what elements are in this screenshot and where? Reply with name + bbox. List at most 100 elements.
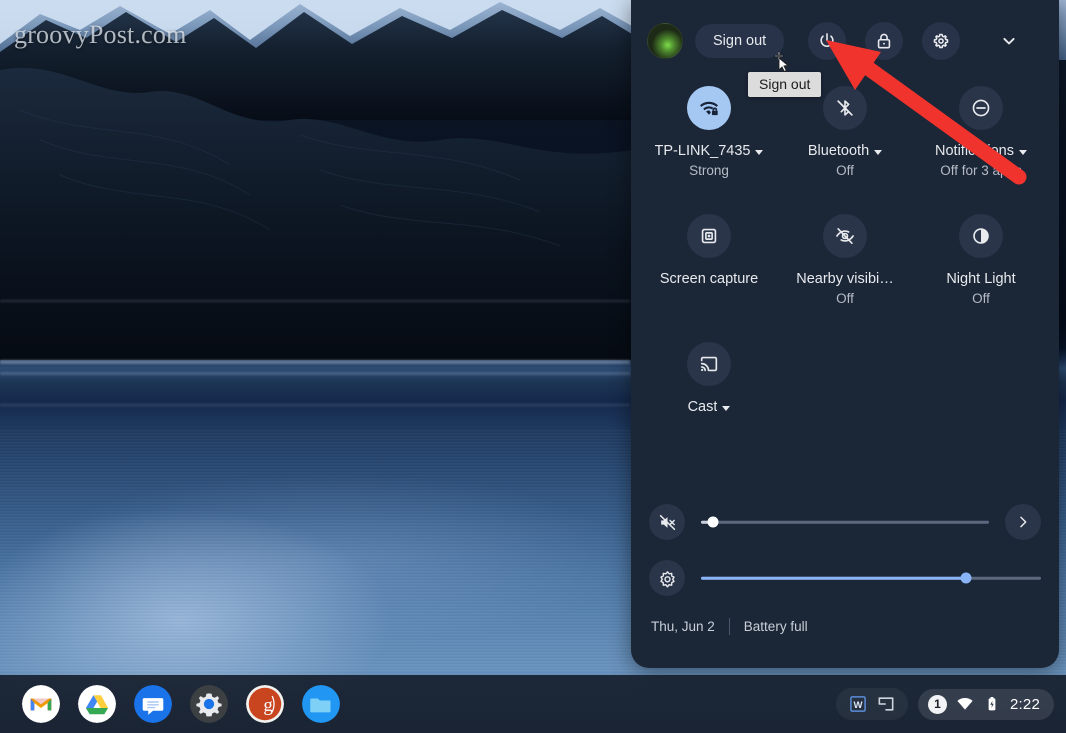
gmail-icon (22, 685, 60, 723)
wifi-icon (957, 697, 973, 710)
site-watermark: groovyPost.com (14, 20, 187, 49)
audio-settings-button[interactable] (1005, 504, 1041, 540)
collapse-button[interactable] (990, 22, 1028, 60)
tile-notifications-label-row: Notifications (935, 142, 1027, 160)
tile-cast-label-row: Cast (688, 398, 731, 416)
tile-night-light-label-row: Night Light (946, 270, 1015, 288)
screen-capture-icon (701, 228, 717, 244)
do-not-disturb-icon (972, 99, 990, 117)
files-folder-icon (302, 685, 340, 723)
tile-bluetooth-sub: Off (836, 163, 854, 178)
groovypost-icon: g (246, 685, 284, 723)
tile-notifications-label: Notifications (935, 143, 1014, 159)
tile-night-light-label: Night Light (946, 271, 1016, 287)
quick-settings-panel: Sign out TP-LINK_7435 Strong Bluetooth O… (631, 0, 1059, 668)
shelf-item-google-drive[interactable] (78, 685, 116, 723)
tile-nearby-visibility-sub: Off (836, 291, 854, 306)
chromeos-desktop: groovyPost.com Sign out TP-LINK_7435 Str… (0, 0, 1066, 733)
cast-icon (700, 356, 718, 372)
chevron-down-icon[interactable] (755, 149, 764, 155)
chevron-down-icon[interactable] (1018, 149, 1027, 155)
tile-network-label: TP-LINK_7435 (654, 143, 751, 159)
shelf-item-files[interactable] (302, 685, 340, 723)
date-label[interactable]: Thu, Jun 2 (651, 619, 715, 634)
avatar[interactable] (647, 23, 683, 59)
night-light-icon (973, 228, 989, 244)
power-button[interactable] (808, 22, 847, 60)
chevron-down-icon (1003, 37, 1015, 45)
google-drive-icon (78, 685, 116, 723)
tile-nearby-visibility[interactable]: Nearby visibi… Off (777, 208, 913, 330)
notification-count-badge: 1 (928, 694, 947, 714)
google-chat-icon (134, 685, 172, 723)
tile-network[interactable]: TP-LINK_7435 Strong (641, 80, 777, 202)
quick-settings-footer: Thu, Jun 2 Battery full (631, 606, 1059, 635)
settings-button[interactable] (922, 22, 961, 60)
tile-nearby-visibility-label-row: Nearby visibi… (796, 270, 894, 288)
wifi-lock-icon (700, 101, 718, 116)
volume-slider-knob[interactable] (707, 516, 719, 528)
tile-screen-capture-label: Screen capture (659, 271, 759, 287)
screen-capture-icon-wrap (687, 214, 731, 258)
status-tray-button[interactable]: 1 2:22 (918, 688, 1054, 720)
shelf: g W 1 2:22 (0, 675, 1066, 733)
brightness-button[interactable] (649, 560, 685, 596)
settings-gear-icon (190, 685, 228, 723)
bluetooth-off-icon (837, 100, 853, 116)
wifi-lock-icon-wrap (687, 86, 731, 130)
shelf-app-list: g (22, 685, 340, 723)
bluetooth-icon-wrap (823, 86, 867, 130)
cast-icon-wrap (687, 342, 731, 386)
night-light-icon-wrap (959, 214, 1003, 258)
window-group-button[interactable]: W (836, 688, 908, 720)
shelf-item-settings[interactable] (190, 685, 228, 723)
brightness-icon (659, 570, 675, 587)
tile-notifications[interactable]: Notifications Off for 3 apps (913, 80, 1049, 202)
brightness-slider-fill (701, 576, 967, 580)
do-not-disturb-icon-wrap (959, 86, 1003, 130)
gear-icon (933, 33, 949, 49)
shelf-item-google-chat[interactable] (134, 685, 172, 723)
clock-label: 2:22 (1010, 695, 1040, 713)
shelf-item-gmail[interactable] (22, 685, 60, 723)
footer-divider (728, 618, 730, 635)
split-window-icon (878, 697, 894, 711)
volume-slider[interactable] (701, 513, 989, 531)
tile-night-light[interactable]: Night Light Off (913, 208, 1049, 330)
tile-bluetooth-label-row: Bluetooth (807, 142, 883, 160)
tile-network-label-row: TP-LINK_7435 (655, 142, 764, 160)
tile-nearby-visibility-label: Nearby visibi… (796, 271, 894, 287)
tile-bluetooth[interactable]: Bluetooth Off (777, 80, 913, 202)
volume-mute-button[interactable] (649, 504, 685, 540)
battery-status-label[interactable]: Battery full (744, 619, 808, 634)
chevron-down-icon[interactable] (722, 405, 731, 411)
quick-settings-top-bar: Sign out (631, 0, 1059, 62)
shelf-item-groovypost[interactable]: g (246, 685, 284, 723)
quick-settings-tiles: TP-LINK_7435 Strong Bluetooth Off Notifi… (631, 62, 1059, 458)
sign-out-label: Sign out (713, 33, 767, 49)
volume-mute-icon (659, 514, 675, 530)
tile-screen-capture-label-row: Screen capture (660, 270, 758, 289)
svg-text:W: W (854, 700, 864, 711)
tile-screen-capture[interactable]: Screen capture (641, 208, 777, 330)
tile-bluetooth-label: Bluetooth (807, 143, 870, 159)
tile-cast-label: Cast (687, 399, 718, 415)
lock-button[interactable] (865, 22, 904, 60)
brightness-slider-knob[interactable] (960, 572, 972, 584)
chevron-right-icon (1020, 516, 1027, 528)
volume-slider-row (631, 494, 1059, 550)
word-document-icon: W (850, 696, 866, 712)
brightness-slider-row (631, 550, 1059, 606)
volume-slider-track (701, 520, 989, 524)
tile-cast[interactable]: Cast (641, 336, 777, 458)
shelf-right-area: W 1 2:22 (836, 688, 1054, 720)
battery-charging-icon (988, 696, 996, 711)
tile-network-sub: Strong (689, 163, 729, 178)
sign-out-button[interactable]: Sign out (695, 24, 785, 58)
lock-icon (878, 33, 891, 49)
brightness-slider[interactable] (701, 569, 1041, 587)
nearby-visibility-icon-wrap (823, 214, 867, 258)
chevron-down-icon[interactable] (874, 149, 883, 155)
nearby-visibility-off-icon (836, 228, 854, 244)
tile-night-light-sub: Off (972, 291, 990, 306)
